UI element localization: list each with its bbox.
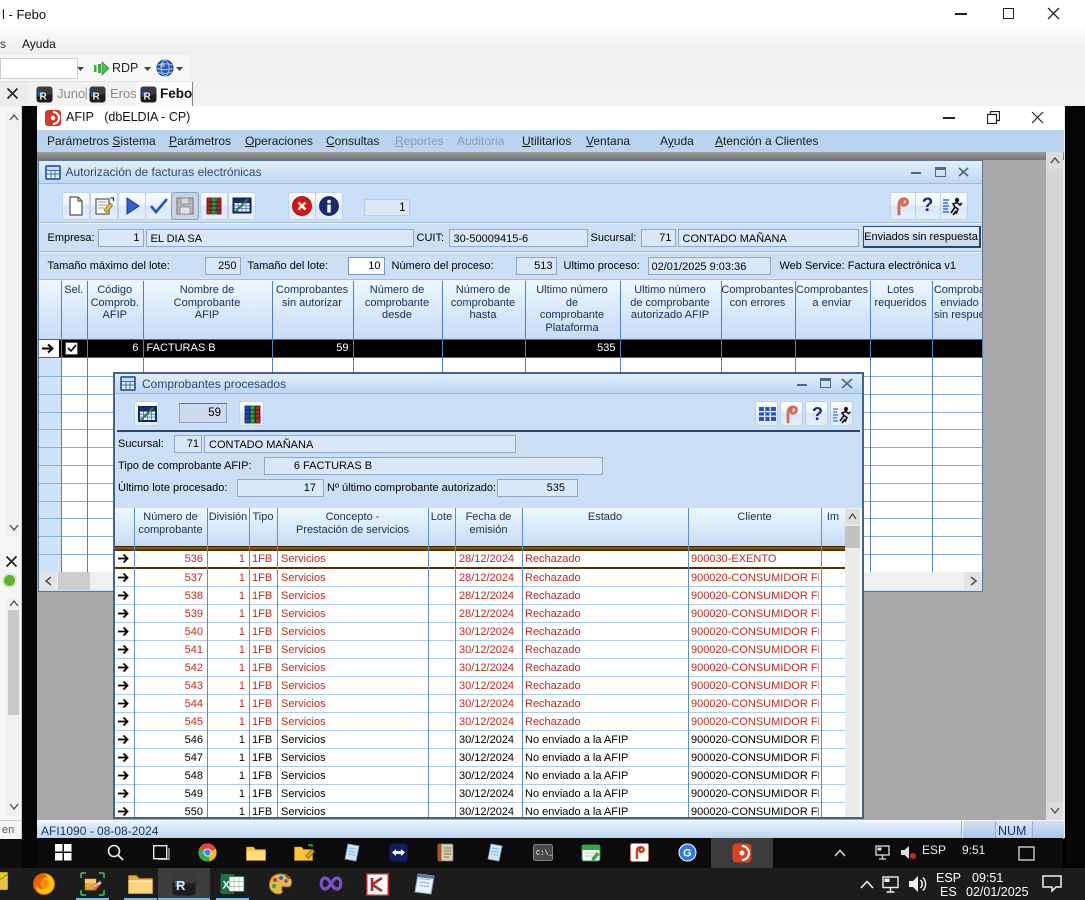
svg-text:R: R	[40, 92, 48, 103]
svg-text:R: R	[93, 92, 101, 103]
svg-text:G: G	[683, 848, 692, 860]
svg-text:R: R	[144, 92, 152, 103]
svg-text:X: X	[223, 880, 231, 892]
svg-text:R: R	[176, 878, 186, 893]
svg-text:C:\_: C:\_	[536, 850, 553, 858]
